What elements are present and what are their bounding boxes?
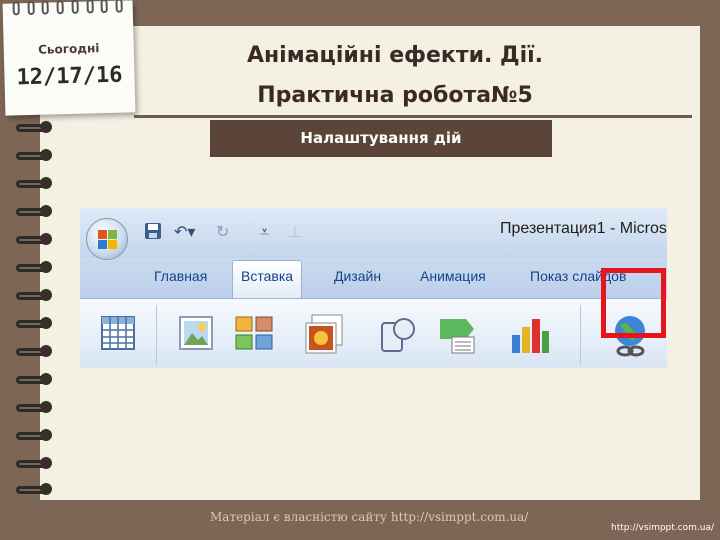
picture-icon[interactable] <box>176 313 220 357</box>
binding-ring <box>16 372 54 388</box>
binding-ring <box>16 316 54 332</box>
table-icon[interactable] <box>98 313 142 357</box>
binding-ring <box>16 260 54 276</box>
customize-toolbar-icon[interactable]: ⩡ <box>260 222 269 242</box>
tab-animation[interactable]: Анимация <box>420 268 486 284</box>
clipart-icon[interactable] <box>234 313 278 357</box>
binding-ring <box>16 288 54 304</box>
binding-ring <box>16 482 54 498</box>
attribution-text: Матеріал є власністю сайту http://vsimpp… <box>210 510 529 524</box>
site-url-link[interactable]: http://vsimppt.com.ua/ <box>611 523 714 533</box>
subtitle-banner: Налаштування дій <box>210 120 552 157</box>
smartart-icon[interactable] <box>436 313 480 357</box>
tab-home[interactable]: Главная <box>154 268 207 284</box>
ribbon-screenshot: ↶▾ ↻ ⩡ ⊥ Презентация1 - Microso Главная … <box>80 208 667 368</box>
hyperlink-highlight-box <box>601 268 666 338</box>
date-note: Сьогодні 12/17/16 <box>2 0 136 116</box>
photo-album-icon[interactable] <box>302 313 346 357</box>
binding-ring <box>16 176 54 192</box>
group-separator <box>580 305 581 365</box>
tab-insert[interactable]: Вставка <box>232 260 303 298</box>
chart-icon[interactable] <box>508 313 552 357</box>
ribbon-panel <box>80 298 667 368</box>
binding-ring <box>16 232 54 248</box>
undo-icon[interactable]: ↶▾ <box>174 222 195 241</box>
shapes-icon[interactable] <box>376 313 420 357</box>
binding-ring <box>16 428 54 444</box>
note-rings <box>12 0 123 16</box>
title-line-1: Анімаційні ефекти. Дії. <box>246 43 544 68</box>
date-label: Сьогодні <box>37 41 100 57</box>
quick-access-toolbar: ↶▾ ↻ ⩡ ⊥ Презентация1 - Microso <box>80 208 667 258</box>
office-logo-icon <box>98 230 118 250</box>
binding-ring <box>16 400 54 416</box>
ribbon-tabs: Главная Вставка Дизайн Анимация Показ сл… <box>80 258 667 298</box>
binding-ring <box>16 456 54 472</box>
binding-ring <box>16 204 54 220</box>
pin-icon: ⊥ <box>288 222 302 241</box>
title-divider <box>134 115 692 118</box>
tab-design[interactable]: Дизайн <box>334 268 381 284</box>
date-value: 12/17/16 <box>16 62 123 91</box>
title-line-2: Практична робота№5 <box>257 83 533 108</box>
save-icon[interactable] <box>144 222 162 244</box>
page-title: Анімаційні ефекти. Дії. Практична робота… <box>160 36 630 116</box>
group-separator <box>156 305 157 365</box>
binding-ring <box>16 344 54 360</box>
binding-ring <box>16 148 54 164</box>
window-title: Презентация1 - Microso <box>500 220 667 237</box>
binding-ring <box>16 120 54 136</box>
redo-icon[interactable]: ↻ <box>216 222 229 241</box>
office-button[interactable] <box>86 218 128 260</box>
spiral-binding <box>0 120 60 500</box>
